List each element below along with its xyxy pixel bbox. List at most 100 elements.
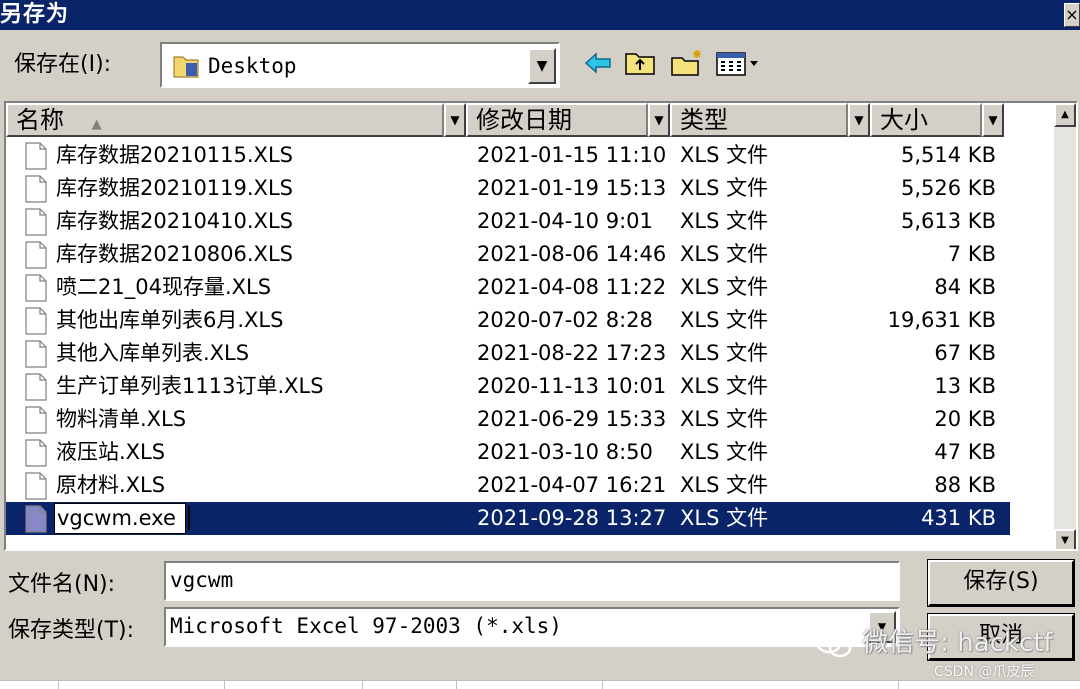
- file-modified: 2021-04-10 9:01: [477, 209, 653, 233]
- background-grid: [0, 680, 1080, 689]
- save-in-value: Desktop: [208, 54, 297, 78]
- file-size: 47 KB: [934, 440, 996, 464]
- file-type: XLS 文件: [680, 374, 769, 398]
- save-in-dropdown[interactable]: Desktop ▼: [160, 42, 560, 88]
- file-row[interactable]: 库存数据20210410.XLS 2021-04-10 9:01 XLS 文件 5,6…: [6, 205, 1010, 238]
- column-header-size[interactable]: 大小: [870, 103, 982, 137]
- filetype-dropdown[interactable]: Microsoft Excel 97-2003 (*.xls) ▼: [164, 607, 900, 647]
- file-size: 19,631 KB: [887, 308, 996, 332]
- column-header-type[interactable]: 类型: [670, 103, 848, 137]
- file-icon: [25, 439, 47, 467]
- text-cursor: [188, 506, 190, 530]
- file-type: XLS 文件: [680, 341, 769, 365]
- file-icon: [25, 340, 47, 368]
- file-row[interactable]: 库存数据20210115.XLS 2021-01-15 11:10 XLS 文件 5,…: [6, 139, 1010, 172]
- file-name: 其他入库单列表.XLS: [56, 341, 250, 365]
- file-size: 13 KB: [934, 374, 996, 398]
- file-rows: 库存数据20210115.XLS 2021-01-15 11:10 XLS 文件 5,…: [6, 137, 1058, 549]
- file-modified: 2020-11-13 10:01: [477, 374, 667, 398]
- file-size: 7 KB: [947, 242, 996, 266]
- file-row[interactable]: 其他出库单列表6月.XLS 2020-07-02 8:28 XLS 文件 19,631…: [6, 304, 1010, 337]
- file-size: 84 KB: [934, 275, 996, 299]
- title-bar: 另存为 ×: [0, 0, 1080, 30]
- sort-ascending-icon: ▲: [91, 117, 102, 132]
- file-row[interactable]: 物料清单.XLS 2021-06-29 15:33 XLS 文件 20 KB: [6, 403, 1010, 436]
- file-row[interactable]: 液压站.XLS 2021-03-10 8:50 XLS 文件 47 KB: [6, 436, 1010, 469]
- file-modified: 2021-03-10 8:50: [477, 440, 653, 464]
- file-row[interactable]: 原材料.XLS 2021-04-07 16:21 XLS 文件 88 KB: [6, 469, 1010, 502]
- file-size: 88 KB: [934, 473, 996, 497]
- column-name-dropdown[interactable]: ▼: [444, 103, 466, 137]
- file-name: 生产订单列表1113订单.XLS: [56, 374, 324, 398]
- file-row[interactable]: 库存数据20210119.XLS 2021-01-19 15:13 XLS 文件 5,…: [6, 172, 1010, 205]
- file-name: 原材料.XLS: [56, 473, 166, 497]
- file-modified: 2021-08-22 17:23: [477, 341, 667, 365]
- file-icon: [25, 472, 47, 500]
- file-icon: [25, 241, 47, 269]
- scroll-up-button[interactable]: ▲: [1054, 103, 1076, 127]
- file-type: XLS 文件: [680, 242, 769, 266]
- file-modified: 2021-01-19 15:13: [477, 176, 667, 200]
- credit-text: CSDN @爪皮辰: [934, 664, 1035, 680]
- filename-input[interactable]: vgcwm: [164, 561, 900, 601]
- watermark: 微信号: hackctf: [814, 622, 1053, 659]
- file-name: 库存数据20210410.XLS: [56, 209, 293, 233]
- filetype-value: Microsoft Excel 97-2003 (*.xls): [170, 614, 562, 638]
- file-type: XLS 文件: [680, 407, 769, 431]
- view-menu-icon[interactable]: [714, 48, 764, 82]
- file-type: XLS 文件: [680, 506, 769, 530]
- file-type: XLS 文件: [680, 473, 769, 497]
- file-size: 20 KB: [934, 407, 996, 431]
- file-size: 67 KB: [934, 341, 996, 365]
- save-button[interactable]: 保存(S): [927, 559, 1075, 607]
- file-type: XLS 文件: [680, 209, 769, 233]
- scroll-down-button[interactable]: ▼: [1054, 529, 1076, 549]
- file-name: 液压站.XLS: [56, 440, 166, 464]
- column-modified-dropdown[interactable]: ▼: [648, 103, 670, 137]
- file-type: XLS 文件: [680, 440, 769, 464]
- file-name[interactable]: vgcwm.exe: [54, 503, 186, 534]
- file-type: XLS 文件: [680, 275, 769, 299]
- file-row[interactable]: vgcwm.exe 2021-09-28 13:27 XLS 文件 431 KB: [6, 502, 1010, 535]
- file-icon: [25, 406, 47, 434]
- column-header-modified[interactable]: 修改日期: [466, 103, 648, 137]
- up-folder-icon[interactable]: [624, 48, 658, 82]
- column-header-name[interactable]: 名称 ▲: [6, 103, 444, 137]
- file-size: 5,613 KB: [901, 209, 996, 233]
- file-list[interactable]: 名称 ▲ ▼ 修改日期 ▼ 类型 ▼ 大小 ▼ 库存数据20210115.XLS…: [4, 101, 1078, 551]
- file-icon: [25, 142, 47, 170]
- file-size: 431 KB: [921, 506, 996, 530]
- file-name: 库存数据20210115.XLS: [56, 143, 293, 167]
- file-size: 5,526 KB: [901, 176, 996, 200]
- vertical-scrollbar[interactable]: ▲ ▼: [1054, 103, 1076, 549]
- file-row[interactable]: 其他入库单列表.XLS 2021-08-22 17:23 XLS 文件 67 KB: [6, 337, 1010, 370]
- filename-label: 文件名(N):: [8, 572, 116, 597]
- close-button[interactable]: ×: [1064, 3, 1080, 27]
- save-in-dropdown-button[interactable]: ▼: [528, 48, 556, 84]
- file-type: XLS 文件: [680, 143, 769, 167]
- chevron-down-icon: ▼: [536, 58, 548, 74]
- file-row[interactable]: 库存数据20210806.XLS 2021-08-06 14:46 XLS 文件 7 …: [6, 238, 1010, 271]
- wechat-icon: [815, 630, 852, 657]
- column-type-dropdown[interactable]: ▼: [848, 103, 870, 137]
- window-title: 另存为: [0, 2, 70, 27]
- file-modified: 2020-07-02 8:28: [477, 308, 653, 332]
- file-name: 库存数据20210119.XLS: [56, 176, 293, 200]
- file-icon: [25, 307, 47, 335]
- file-modified: 2021-09-28 13:27: [477, 506, 667, 530]
- new-folder-icon[interactable]: [670, 48, 704, 82]
- file-icon: [25, 505, 47, 533]
- file-type: XLS 文件: [680, 176, 769, 200]
- save-in-label: 保存在(I):: [14, 52, 112, 77]
- file-modified: 2021-08-06 14:46: [477, 242, 667, 266]
- file-icon: [25, 208, 47, 236]
- file-modified: 2021-04-08 11:22: [477, 275, 667, 299]
- filetype-label: 保存类型(T):: [8, 618, 135, 643]
- file-name: 物料清单.XLS: [56, 407, 187, 431]
- file-row[interactable]: 生产订单列表1113订单.XLS 2020-11-13 10:01 XLS 文件 13…: [6, 370, 1010, 403]
- back-arrow-icon[interactable]: [584, 48, 614, 82]
- column-size-dropdown[interactable]: ▼: [982, 103, 1004, 137]
- folder-icon: [173, 56, 199, 78]
- file-name: 喷二21_04现存量.XLS: [56, 275, 272, 299]
- file-row[interactable]: 喷二21_04现存量.XLS 2021-04-08 11:22 XLS 文件 84 K…: [6, 271, 1010, 304]
